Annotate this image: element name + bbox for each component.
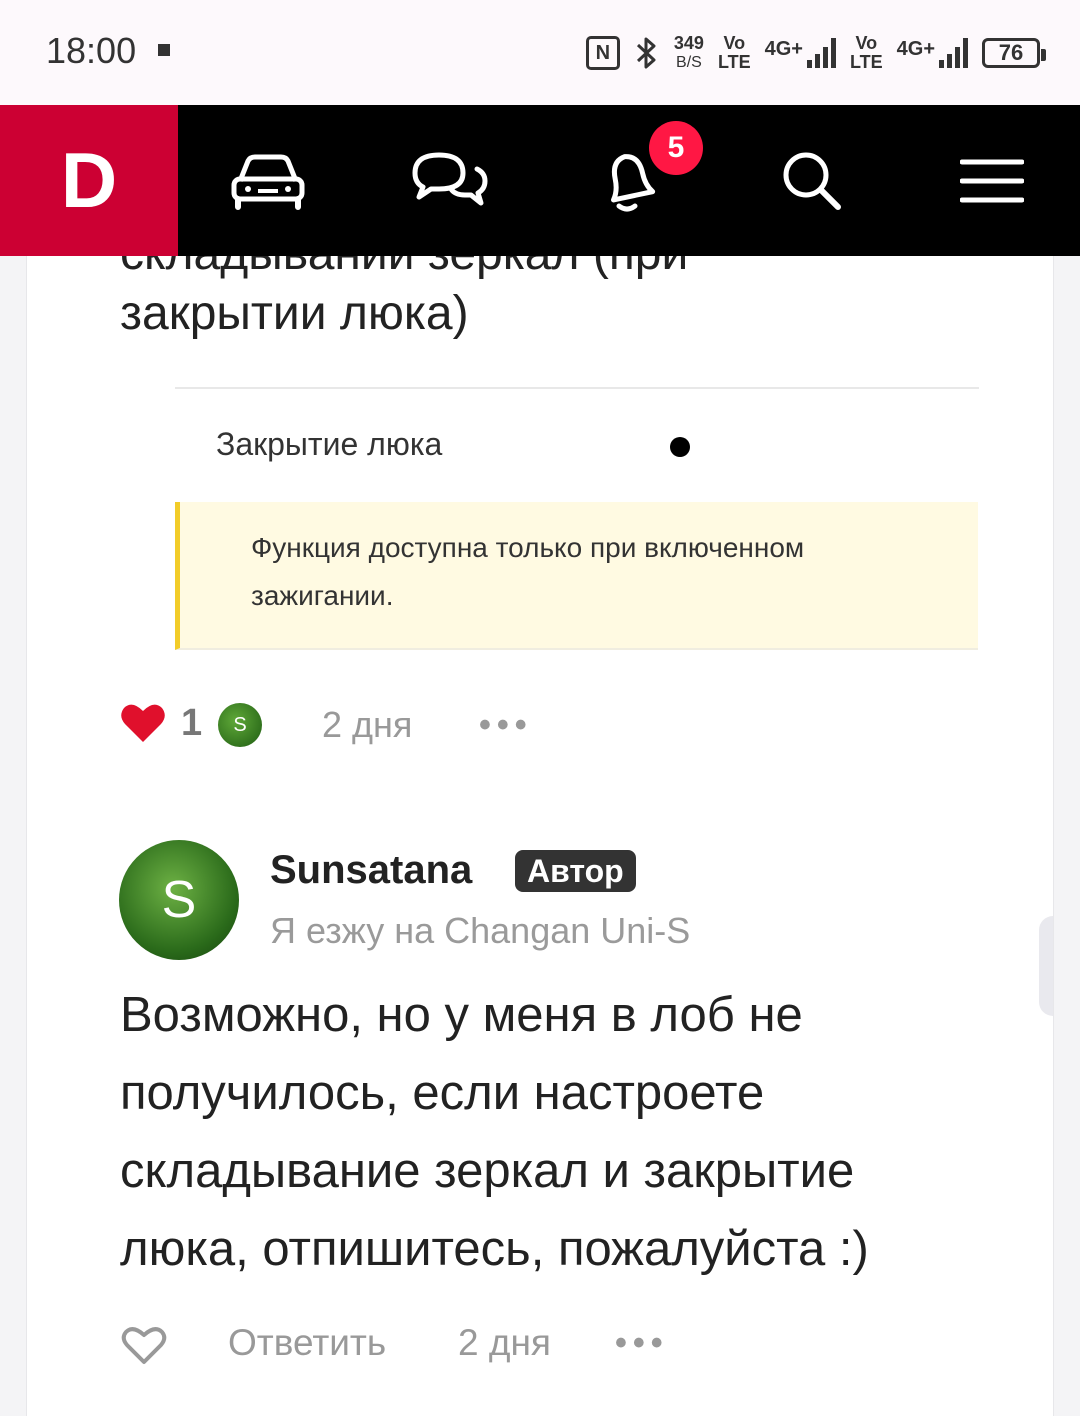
heart-filled-icon[interactable] <box>120 702 166 744</box>
divider <box>175 387 979 389</box>
note-text: Функция доступна только при включенном з… <box>251 532 805 611</box>
search-button[interactable] <box>752 105 872 256</box>
notifications-badge[interactable]: 5 <box>649 121 703 175</box>
volte-2: Vo LTE <box>850 34 883 72</box>
more-options-icon[interactable]: ••• <box>615 1324 669 1363</box>
volte-1: Vo LTE <box>718 34 751 72</box>
liker-avatar[interactable]: S <box>218 703 262 747</box>
post-date: 2 дня <box>322 704 413 745</box>
vo-label: Vo <box>855 33 878 53</box>
reply-button[interactable]: Ответить <box>228 1322 386 1364</box>
info-note: Функция доступна только при включенном з… <box>175 502 978 650</box>
network-type-label: 4G+ <box>896 38 935 60</box>
heading-cut-line: складывании зеркал (при <box>120 256 688 281</box>
signal-1: 4G+ <box>765 38 836 68</box>
messages-button[interactable] <box>389 105 509 256</box>
speed-value: 349 <box>673 33 704 53</box>
menu-button[interactable] <box>932 105 1052 256</box>
garage-button[interactable] <box>208 105 328 256</box>
network-type-label: 4G+ <box>764 38 803 60</box>
car-icon <box>231 154 305 210</box>
lte-label: LTE <box>849 52 883 72</box>
status-indicators: N 349 B/S Vo LTE 4G+ Vo LTE 4G+ 76 <box>585 28 1046 78</box>
avatar-initial: S <box>161 871 197 929</box>
battery-icon: 76 <box>982 38 1046 68</box>
like-count: 1 <box>181 702 203 744</box>
heart-outline-icon[interactable] <box>121 1324 167 1366</box>
logo-text: D <box>60 136 118 224</box>
status-time: 18:00 <box>46 30 137 71</box>
signal-2: 4G+ <box>897 38 968 68</box>
vo-label: Vo <box>723 33 746 53</box>
search-icon <box>783 152 841 210</box>
author-car[interactable]: Я езжу на Changan Uni-S <box>270 910 690 952</box>
comment-date: 2 дня <box>458 1322 551 1363</box>
author-name[interactable]: Sunsatana <box>270 848 472 893</box>
comment-text: Возможно, но у меня в лоб не получилось,… <box>120 988 869 1276</box>
liker-initial: S <box>233 713 247 736</box>
side-handle[interactable] <box>1039 916 1053 1016</box>
chat-icon <box>412 152 488 205</box>
content-card: складывании зеркал (при закрытии люка) З… <box>26 256 1054 1416</box>
speed-unit: B/S <box>676 54 702 71</box>
signal-bars-icon <box>939 38 968 68</box>
top-navbar: D <box>0 105 1080 256</box>
drive2-logo[interactable]: D <box>0 105 178 256</box>
hamburger-menu-icon <box>960 159 1024 202</box>
notification-dot-icon <box>158 44 170 56</box>
lte-label: LTE <box>717 52 751 72</box>
nfc-icon: N <box>585 36 620 70</box>
settings-row-label: Закрытие люка <box>216 426 443 462</box>
status-bar: 18:00 N 349 B/S Vo LTE 4G+ Vo LTE 4G+ 76 <box>0 0 1080 105</box>
post-heading: закрытии люка) <box>120 287 469 340</box>
bluetooth-icon <box>636 37 656 69</box>
author-avatar[interactable]: S <box>119 840 239 960</box>
bullet-dot-icon <box>670 437 690 457</box>
signal-bars-icon <box>806 38 836 68</box>
more-options-icon[interactable]: ••• <box>479 706 533 745</box>
network-speed: 349 B/S <box>674 34 704 72</box>
battery-level: 76 <box>998 40 1024 65</box>
author-badge: Автор <box>515 850 636 892</box>
